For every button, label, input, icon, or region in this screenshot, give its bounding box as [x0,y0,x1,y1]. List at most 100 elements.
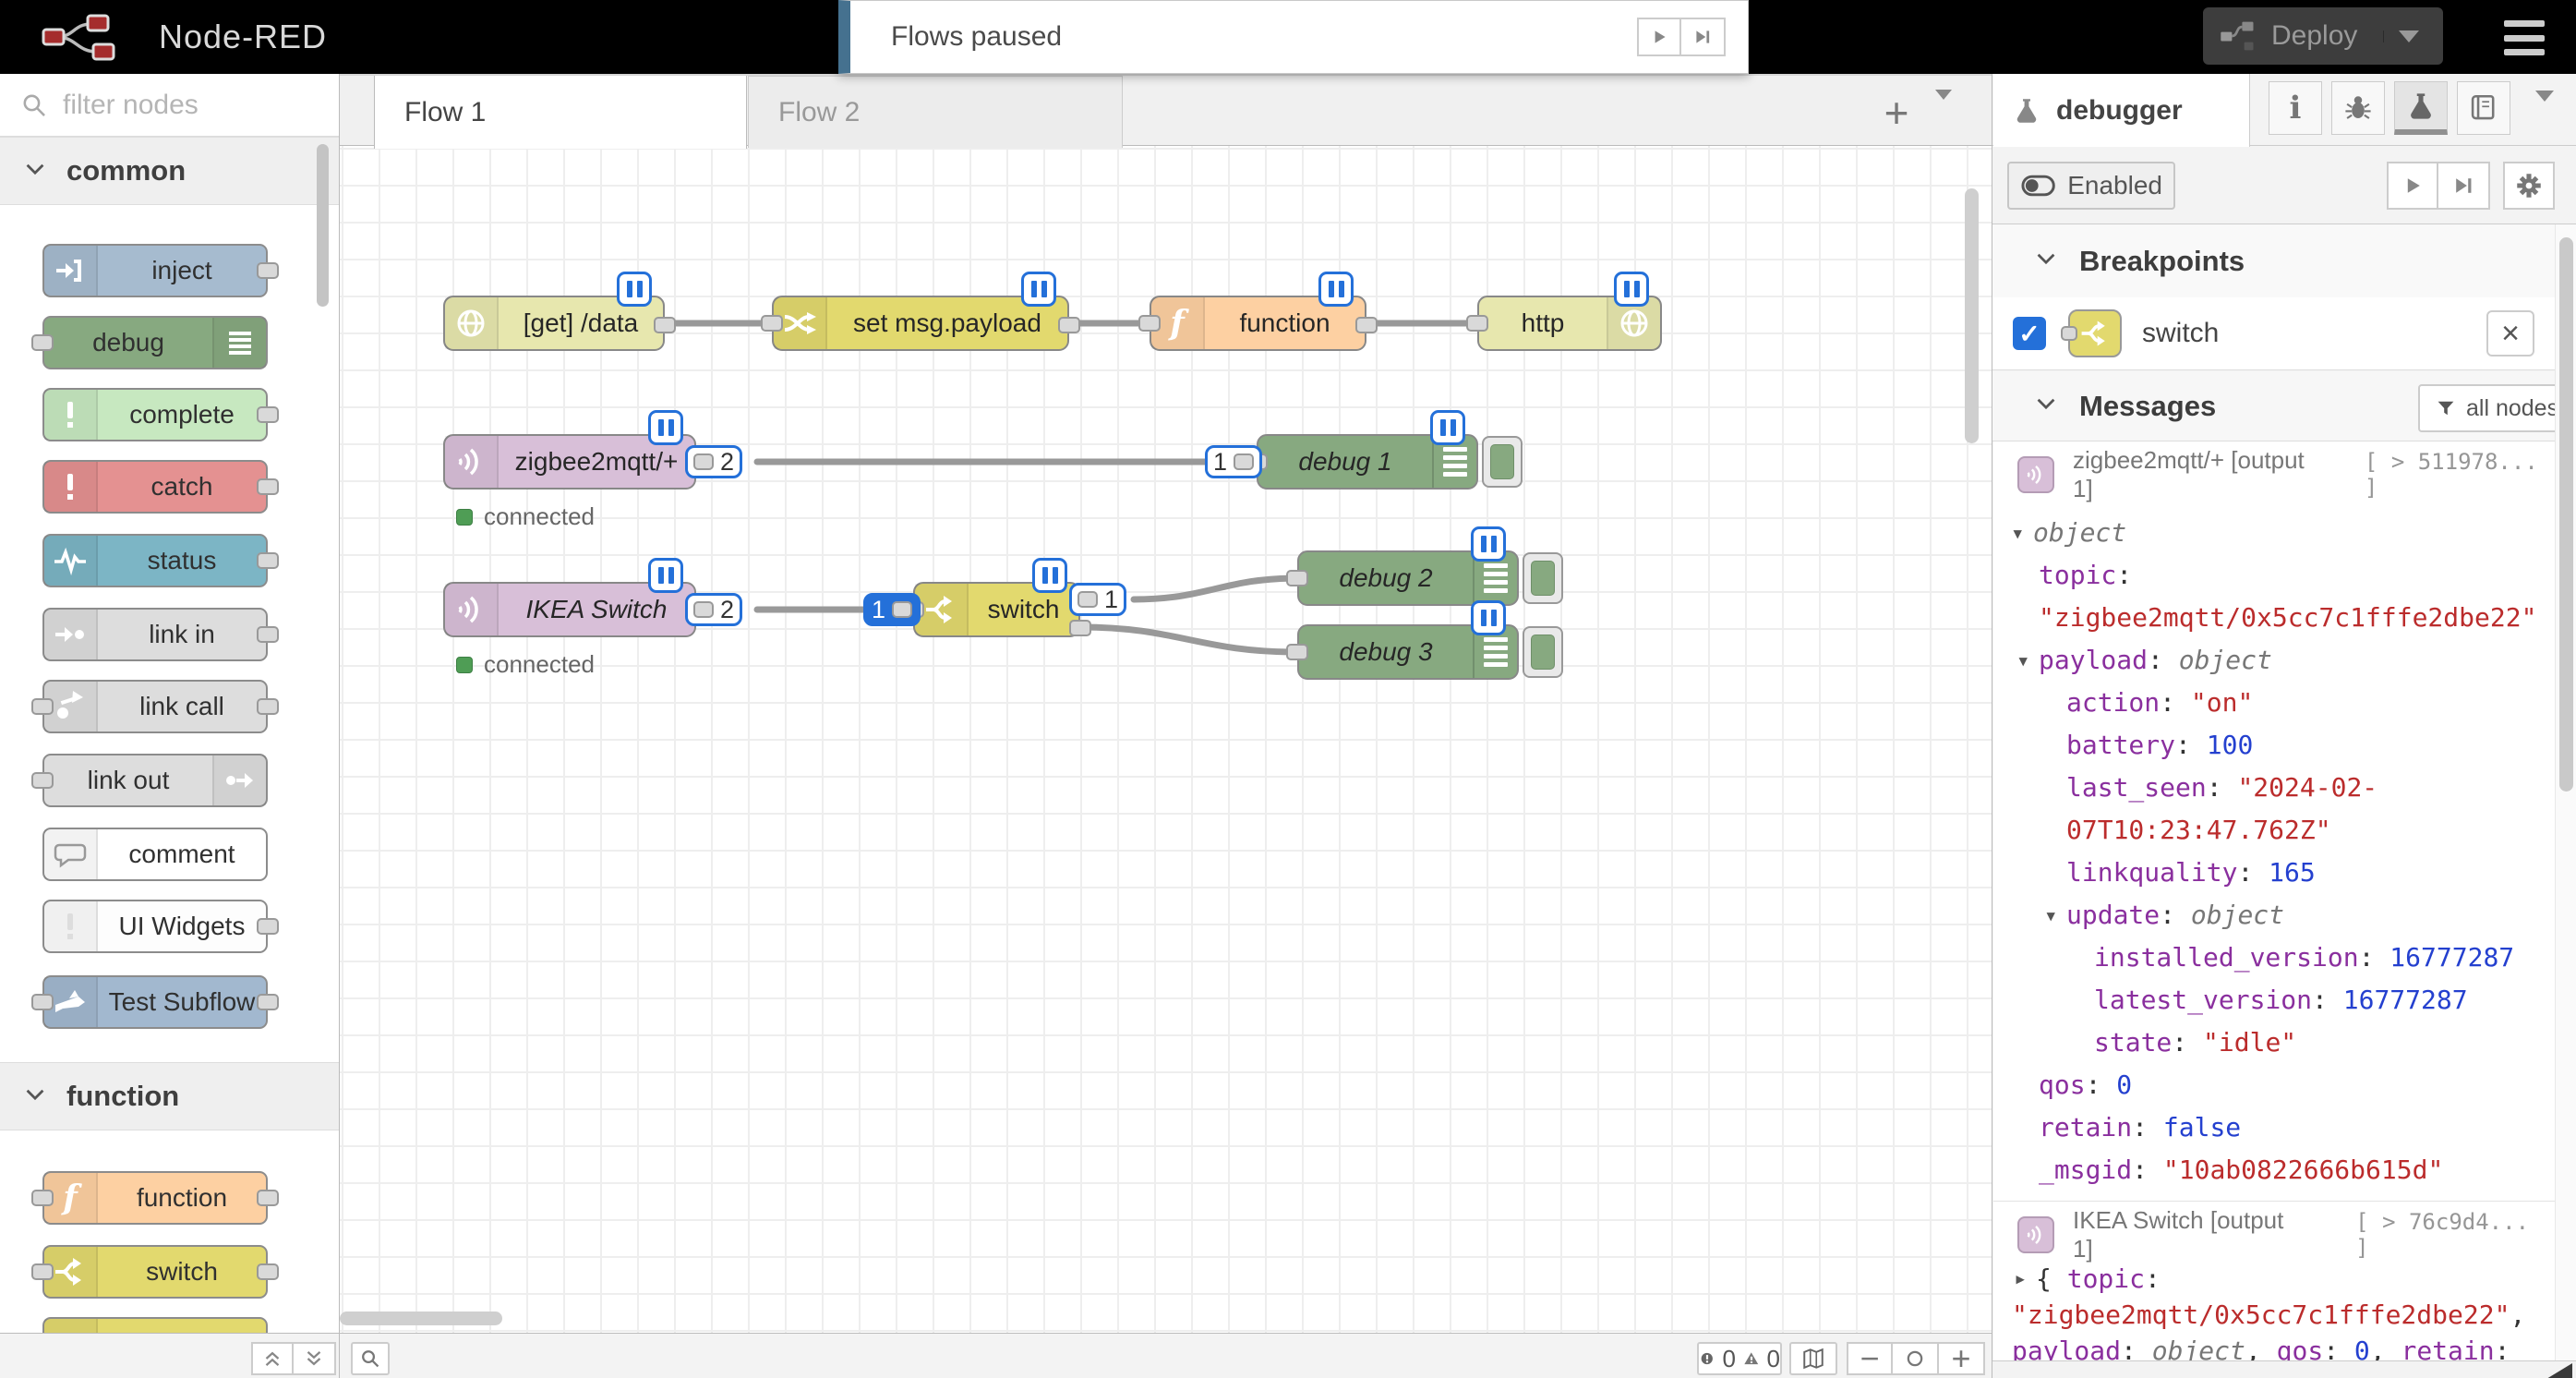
json-row[interactable]: qos: 0 [1993,1064,2555,1106]
palette-node-comment[interactable]: comment [42,828,268,881]
message-filter-button[interactable]: all nodes [2418,384,2575,432]
sidebar-tab-debugger-icon[interactable] [2394,81,2448,135]
step-next-button[interactable] [1681,18,1726,56]
breakpoint-pause-badge[interactable] [617,272,652,307]
main-menu-button[interactable] [2504,20,2545,55]
flow-canvas[interactable]: [get] /dataset msg.payloadffunctionhttpz… [340,146,1992,1333]
expand-arrow-icon[interactable]: ▸ [2014,1261,2027,1297]
json-row[interactable]: ▾payload: object [1993,639,2555,682]
breakpoints-section-header[interactable]: Breakpoints [1992,224,2576,297]
sidebar-tabs-menu-button[interactable] [2535,102,2554,118]
expand-arrow-icon[interactable]: ▾ [2016,639,2029,682]
palette-node-switch[interactable]: switch [42,1245,268,1299]
sidebar-tab-info[interactable]: i [2269,81,2322,135]
palette-node-link-out[interactable]: link out [42,754,268,807]
wire[interactable] [1134,578,1297,599]
input-port[interactable] [761,315,783,332]
palette-node-inject[interactable]: inject [42,244,268,297]
json-row[interactable]: battery: 100 [1993,724,2555,767]
output-port[interactable] [1058,317,1080,333]
palette-category-function[interactable]: function [0,1062,339,1130]
json-row[interactable]: action: "on" [1993,682,2555,724]
message-count-badge[interactable]: 1 [1069,583,1126,616]
json-row[interactable]: installed_version: 16777287 [1993,937,2555,979]
json-row[interactable]: retain: false [1993,1106,2555,1149]
tab-flow-2[interactable]: Flow 2 [748,76,1123,148]
json-row[interactable]: state: "idle" [1993,1021,2555,1064]
breakpoint-pause-badge[interactable] [1471,600,1506,635]
input-port[interactable] [1286,570,1308,586]
palette-filter-input[interactable] [63,90,294,121]
breakpoint-pause-badge[interactable] [1032,558,1067,593]
palette-node-status[interactable]: status [42,534,268,587]
sidebar-tab-debug[interactable] [2331,81,2385,135]
message-count-badge[interactable]: 1 [863,593,921,626]
palette-node-debug[interactable]: debug [42,316,268,369]
palette-node-link-in[interactable]: link in [42,608,268,661]
palette-node-catch[interactable]: catch [42,460,268,514]
canvas-search-button[interactable] [351,1342,390,1375]
breakpoint-pause-badge[interactable] [648,558,683,593]
resume-flows-button[interactable] [1637,18,1681,56]
zoom-in-button[interactable]: + [1939,1342,1985,1375]
output-port[interactable] [654,317,676,333]
json-row[interactable]: payload: object, qos: 0, retain: [1993,1333,2555,1360]
sidebar-tab-help[interactable] [2457,81,2510,135]
json-row[interactable]: last_seen: "2024-02- [1993,767,2555,809]
breakpoint-pause-badge[interactable] [1430,410,1465,445]
json-row[interactable]: ▾update: object [1993,894,2555,937]
json-row[interactable]: ▸{ topic: [1993,1261,2555,1297]
json-row[interactable]: latest_version: 16777287 [1993,979,2555,1021]
palette-category-common[interactable]: common [0,137,339,205]
deploy-button[interactable]: Deploy [2203,7,2443,65]
breakpoint-pause-badge[interactable] [648,410,683,445]
json-row[interactable]: "zigbee2mqtt/0x5cc7c1fffe2dbe22" [1993,597,2555,639]
expand-categories-button[interactable] [294,1342,336,1375]
palette-scrollbar[interactable] [317,144,329,307]
zoom-out-button[interactable]: − [1847,1342,1893,1375]
sidebar-resize-grip[interactable] [2546,1363,2572,1378]
breakpoint-pause-badge[interactable] [1614,272,1649,307]
palette-node-function[interactable]: ffunction [42,1171,268,1225]
wire[interactable] [1080,627,1297,652]
palette-node-test-subflow[interactable]: Test Subflow [42,975,268,1029]
input-port[interactable] [1466,315,1488,332]
breakpoint-pause-badge[interactable] [1318,272,1354,307]
breakpoint-pause-badge[interactable] [1021,272,1056,307]
debug-toggle-button[interactable] [1482,436,1523,488]
flow-list-button[interactable] [1935,100,1952,116]
debugger-settings-button[interactable] [2503,162,2555,210]
messages-section-header[interactable]: Messages all nodes [1992,371,2576,441]
collapse-categories-button[interactable] [251,1342,294,1375]
debugger-step-button[interactable] [2438,162,2490,210]
debugger-play-button[interactable] [2387,162,2438,210]
tab-flow-1[interactable]: Flow 1 [374,76,747,149]
navigator-button[interactable] [1789,1342,1837,1375]
debug-toggle-button[interactable] [1523,552,1563,604]
json-row[interactable]: linkquality: 165 [1993,852,2555,894]
remove-breakpoint-button[interactable]: × [2486,310,2534,357]
palette-node-ui-widgets[interactable]: UI Widgets [42,900,268,953]
breakpoint-pause-badge[interactable] [1471,526,1506,562]
debug-messages-list[interactable]: zigbee2mqtt/+ [output 1][ > 511978... ]▾… [1993,441,2555,1360]
input-port[interactable] [1138,315,1161,332]
sidebar-scrollbar[interactable] [2559,237,2573,792]
breakpoint-checkbox[interactable]: ✓ [2013,317,2046,350]
json-row[interactable]: 07T10:23:47.762Z" [1993,809,2555,852]
debugger-enabled-toggle[interactable]: Enabled [2007,162,2175,210]
palette-node-complete[interactable]: complete [42,388,268,441]
expand-arrow-icon[interactable]: ▾ [2011,512,2024,554]
palette-node-change[interactable]: change [42,1317,268,1333]
output-port[interactable] [1355,317,1378,333]
json-row[interactable]: "zigbee2mqtt/0x5cc7c1fffe2dbe22", [1993,1297,2555,1333]
zoom-reset-button[interactable] [1893,1342,1939,1375]
debug-toggle-button[interactable] [1523,626,1563,678]
expand-arrow-icon[interactable]: ▾ [2044,894,2057,937]
output-port[interactable] [1069,620,1091,636]
add-flow-button[interactable]: + [1872,89,1920,137]
json-row[interactable]: ▾object [1993,512,2555,554]
json-row[interactable]: _msgid: "10ab0822666b615d" [1993,1149,2555,1191]
palette-node-link-call[interactable]: link call [42,680,268,733]
input-port[interactable] [1286,644,1308,660]
notices-button[interactable]: 0 0 [1697,1342,1782,1375]
